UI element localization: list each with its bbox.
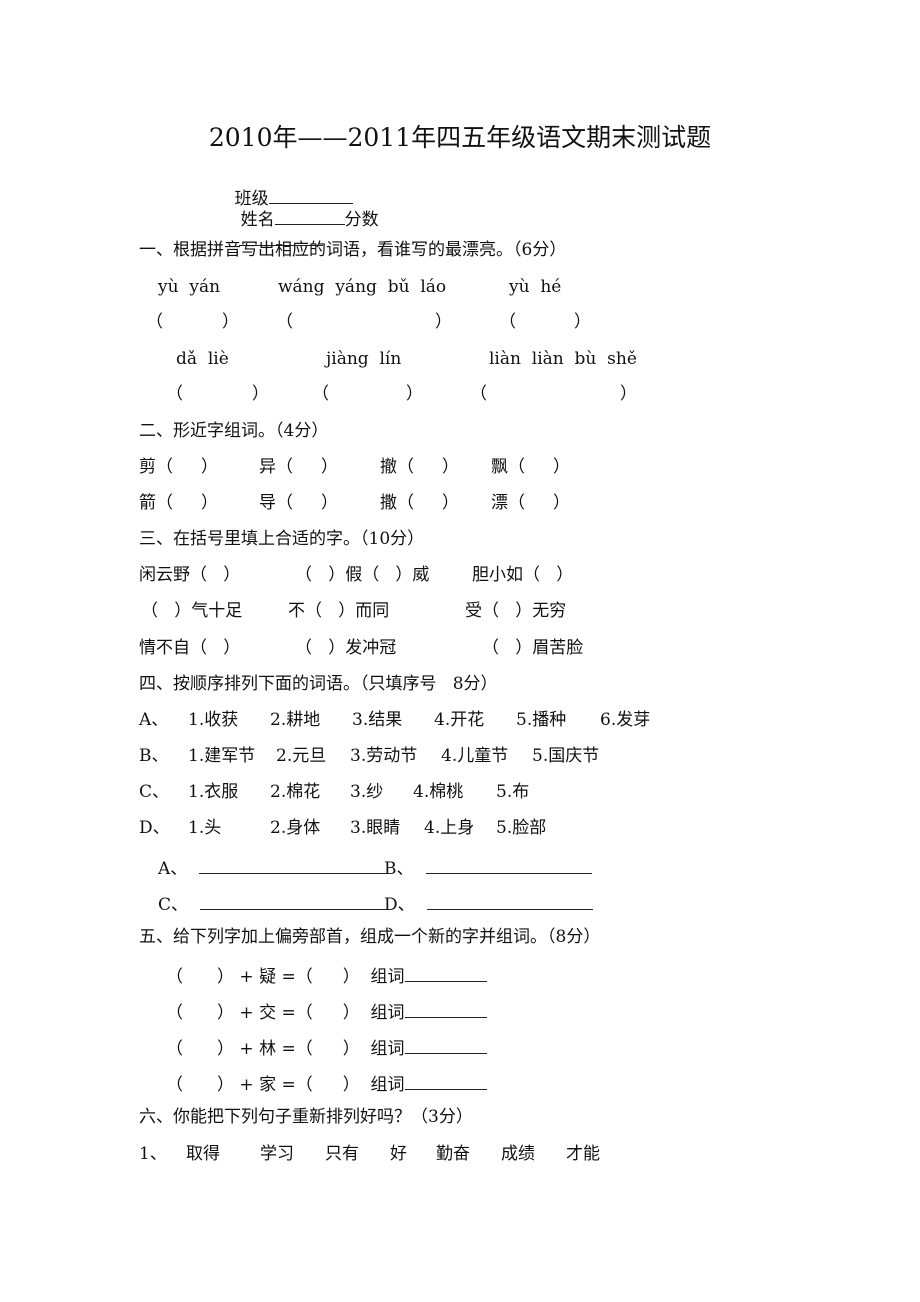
similar-char-row2-3: 撒（） (380, 493, 459, 513)
answer-open-paren: （ (276, 312, 293, 332)
similar-char-row2-4: 漂（） (491, 493, 570, 513)
idiom-item: 胆小如（ ） (472, 565, 574, 585)
answer-close-paren: ） (620, 384, 637, 404)
idiom-item: 不（ ）而同 (288, 601, 390, 621)
word-card: 勤奋 (436, 1144, 470, 1164)
answer-a: A、 (158, 857, 386, 878)
word-card: 取得 (186, 1144, 220, 1164)
order-item: 5.播种 (516, 710, 567, 730)
order-item: 6.发芽 (600, 710, 651, 730)
order-item: 1.头 (188, 818, 222, 838)
section5-heading: 五、给下列字加上偏旁部首，组成一个新的字并组词。（8分） (139, 927, 601, 947)
word-input-line[interactable] (404, 1001, 487, 1018)
idiom-item: 闲云野（ ） (139, 565, 241, 585)
idiom-item: （ ）假（ ）威 (295, 565, 430, 585)
pinyin-yuyan: yù yán (158, 277, 221, 297)
answer-close-paren: ） (435, 312, 452, 332)
answer-a-line[interactable] (199, 857, 386, 874)
idiom-item: 受（ ）无穷 (465, 601, 567, 621)
answer-open-paren: （ (312, 384, 329, 404)
word-input-line[interactable] (404, 965, 487, 982)
name-input-line[interactable] (274, 208, 345, 225)
pinyin-dalie: dǎ liè (176, 349, 229, 369)
order-item: 3.眼睛 (350, 818, 401, 838)
order-item: 2.耕地 (270, 710, 321, 730)
similar-char-row1-2: 异（） (259, 457, 338, 477)
answer-close-paren: ） (222, 312, 239, 332)
similar-char-row1-4: 飘（） (491, 457, 570, 477)
order-item: 2.元旦 (276, 746, 327, 766)
similar-char-row2-1: 箭（） (139, 493, 218, 513)
order-item: 1.建军节 (188, 746, 256, 766)
answer-close-paren: ） (252, 384, 269, 404)
section3-heading: 三、在括号里填上合适的字。（10分） (139, 529, 425, 549)
q1-label: 1、 (139, 1144, 167, 1164)
similar-char-row1-1: 剪（） (139, 457, 218, 477)
score-label: 分数 (344, 210, 379, 230)
answer-open-paren: （ (146, 312, 163, 332)
section6-heading: 六、你能把下列句子重新排列好吗？（3分） (139, 1107, 473, 1127)
pinyin-wangyangbulao: wáng yáng bǔ láo (278, 277, 447, 297)
word-card: 成绩 (501, 1144, 535, 1164)
pinyin-yuhe: yù hé (509, 277, 562, 297)
order-item: 4.上身 (424, 818, 475, 838)
order-group-label: D、 (139, 818, 170, 838)
exam-title: 2010年——2011年四五年级语文期末测试题 (208, 123, 712, 152)
section1-heading: 一、根据拼音写出相应的词语，看谁写的最漂亮。（6分） (139, 240, 567, 260)
answer-open-paren: （ (166, 384, 183, 404)
radical-row: （） + 疑 =（） 组词 (166, 965, 487, 986)
radical-row: （） + 林 =（） 组词 (166, 1037, 487, 1058)
similar-char-row2-2: 导（） (259, 493, 338, 513)
answer-d: D、 (384, 893, 593, 914)
class-input-line[interactable] (268, 187, 353, 204)
answer-close-paren: ） (574, 312, 591, 332)
class-label: 班级 (234, 189, 269, 209)
order-group-label: A、 (139, 710, 169, 730)
word-card: 好 (390, 1144, 407, 1164)
order-item: 5.布 (496, 782, 530, 802)
answer-d-line[interactable] (426, 893, 593, 910)
order-item: 2.身体 (270, 818, 321, 838)
idiom-item: （ ）气十足 (141, 601, 243, 621)
similar-char-row1-3: 撤（） (380, 457, 459, 477)
answer-open-paren: （ (470, 384, 487, 404)
order-item: 1.衣服 (188, 782, 239, 802)
answer-close-paren: ） (406, 384, 423, 404)
word-input-line[interactable] (404, 1037, 487, 1054)
answer-open-paren: （ (499, 312, 516, 332)
idiom-item: 情不自（ ） (139, 638, 241, 658)
word-input-line[interactable] (404, 1073, 487, 1090)
word-card: 才能 (566, 1144, 600, 1164)
word-card: 只有 (325, 1144, 359, 1164)
order-item: 4.开花 (434, 710, 485, 730)
answer-c-line[interactable] (200, 893, 387, 910)
order-item: 1.收获 (188, 710, 239, 730)
idiom-item: （ ）眉苦脸 (482, 638, 584, 658)
section2-heading: 二、形近字组词。（4分） (139, 421, 329, 441)
pinyin-jianglin: jiàng lín (326, 349, 402, 369)
order-item: 3.结果 (352, 710, 403, 730)
exam-page: 2010年——2011年四五年级语文期末测试题 班级 姓名 分数 一、根据拼音写出… (0, 0, 920, 1302)
order-item: 2.棉花 (270, 782, 321, 802)
order-group-label: B、 (139, 746, 169, 766)
radical-row: （） + 交 =（） 组词 (166, 1001, 487, 1022)
idiom-item: （ ）发冲冠 (295, 638, 397, 658)
order-item: 4.儿童节 (441, 746, 509, 766)
order-item: 3.纱 (350, 782, 384, 802)
order-item: 4.棉桃 (413, 782, 464, 802)
order-item: 3.劳动节 (350, 746, 418, 766)
answer-b-line[interactable] (425, 857, 592, 874)
name-label: 姓名 (240, 210, 275, 230)
word-card: 学习 (260, 1144, 294, 1164)
radical-row: （） + 家 =（） 组词 (166, 1073, 487, 1094)
order-item: 5.国庆节 (532, 746, 600, 766)
section4-heading: 四、按顺序排列下面的词语。（只填序号 8分） (139, 674, 498, 694)
answer-c: C、 (158, 893, 387, 914)
order-item: 5.脸部 (496, 818, 547, 838)
answer-b: B、 (384, 857, 592, 878)
order-group-label: C、 (139, 782, 170, 802)
pinyin-lianlianbushe: liàn liàn bù shě (489, 349, 637, 369)
